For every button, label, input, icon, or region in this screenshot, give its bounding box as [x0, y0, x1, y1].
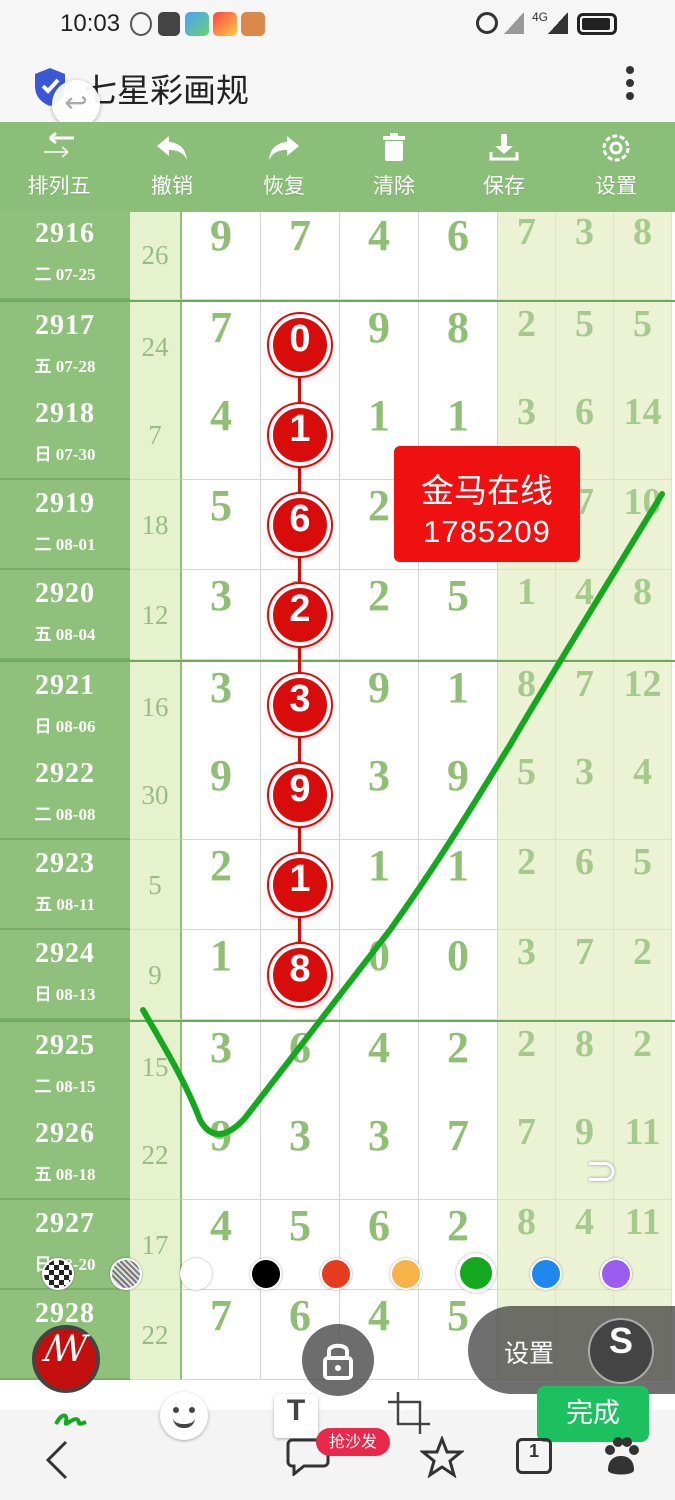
emoji-icon[interactable] [160, 1392, 208, 1440]
undo-icon[interactable]: ⊃ [585, 1148, 631, 1194]
scribble-icon[interactable] [52, 1394, 92, 1434]
crop-icon[interactable] [386, 1390, 432, 1436]
tabs-count[interactable]: 1 [516, 1438, 552, 1474]
color-swatch[interactable] [390, 1258, 422, 1290]
color-swatch[interactable] [530, 1258, 562, 1290]
star-icon[interactable] [420, 1436, 464, 1478]
paw-icon[interactable] [600, 1436, 642, 1478]
back-icon[interactable] [40, 1440, 74, 1480]
mosaic-pen-swatch[interactable] [42, 1258, 74, 1290]
tabs-count-label: 1 [528, 1441, 539, 1461]
color-swatch[interactable] [180, 1258, 212, 1290]
text-tool-icon[interactable]: T [274, 1394, 318, 1438]
pen-color-palette [0, 1250, 675, 1300]
draw-settings-label[interactable]: 设置 [504, 1334, 554, 1370]
color-swatch[interactable] [600, 1258, 632, 1290]
color-swatch[interactable] [320, 1258, 352, 1290]
pattern-pen-swatch[interactable] [110, 1258, 142, 1290]
color-swatch[interactable] [250, 1258, 282, 1290]
color-swatch[interactable] [456, 1253, 496, 1293]
done-button[interactable]: 完成 [537, 1386, 649, 1442]
sofa-badge: 抢沙发 [316, 1428, 390, 1456]
